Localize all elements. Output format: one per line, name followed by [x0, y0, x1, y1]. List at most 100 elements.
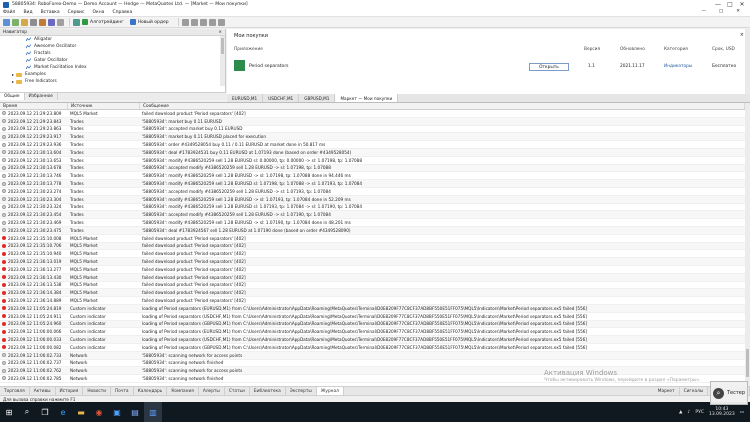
journal-row[interactable]: 2023.09.12 21:29:23.917 Trades '58805934':…: [0, 133, 745, 142]
tab-favorites[interactable]: Избранное: [25, 93, 58, 100]
chart-tab[interactable]: GBPUSD,M1: [299, 94, 336, 102]
data-window-icon[interactable]: [30, 18, 37, 26]
journal-row[interactable]: 2023.09.12 11:06:02.737 Network '58805934'…: [0, 360, 745, 368]
menu-help[interactable]: Справка: [112, 10, 132, 15]
open-button[interactable]: Открыть: [529, 63, 569, 71]
algo-trading-button[interactable]: Алготрейдинг: [82, 19, 124, 25]
journal-row[interactable]: 2023.09.12 11:06:00.066 Custom indicator l…: [0, 328, 745, 337]
chart-tab-market[interactable]: Маркет — Мои покупки: [335, 94, 399, 102]
nav-item[interactable]: Awesome Oscillator: [0, 43, 225, 50]
journal-row[interactable]: 2023.09.12 21:36:14.384 MQL5 Market failed…: [0, 289, 745, 298]
journal-row[interactable]: 2023.09.12 21:36:13.277 MQL5 Market failed…: [0, 266, 745, 274]
nav-item[interactable]: ▸ Free Indicators: [0, 78, 225, 85]
tab-common[interactable]: Общие: [0, 93, 25, 100]
journal-row[interactable]: 2023.09.12 21:30:13.678 Trades '58805934':…: [0, 164, 745, 173]
task-view-icon[interactable]: ❐: [36, 402, 54, 422]
terminal-icon[interactable]: [48, 18, 55, 26]
expand-icon[interactable]: ▸: [12, 72, 14, 77]
network-icon[interactable]: ▲: [679, 410, 682, 415]
close-button[interactable]: ✕: [736, 0, 748, 9]
zoom-in-icon[interactable]: [199, 18, 207, 26]
navigator-icon[interactable]: [39, 18, 46, 26]
menu-tools[interactable]: Сервис: [68, 10, 85, 15]
journal-row[interactable]: 2023.09.12 11:06:02.733 Network '58805934'…: [0, 351, 745, 360]
tester-icon[interactable]: [57, 18, 64, 26]
nav-item[interactable]: Market Facilitation Index: [0, 64, 225, 71]
language-indicator[interactable]: РУС: [695, 410, 704, 415]
journal-row[interactable]: 2023.09.12 21:35:10.706 MQL5 Market failed…: [0, 242, 745, 251]
mdi-close-button[interactable]: ✕: [736, 9, 740, 14]
scroll-thumb[interactable]: [746, 349, 749, 377]
minimize-button[interactable]: —: [712, 0, 724, 9]
journal-row[interactable]: 2023.09.12 21:36:13.430 MQL5 Market failed…: [0, 273, 745, 282]
journal-row[interactable]: 2023.09.12 21:36:13.538 MQL5 Market failed…: [0, 282, 745, 290]
chart-tab[interactable]: USDCHF,M1: [263, 94, 300, 102]
journal-row[interactable]: 2023.09.12 21:30:23.324 Trades '58805934':…: [0, 204, 745, 212]
volume-icon[interactable]: ♪: [687, 410, 690, 415]
journal-row[interactable]: 2023.09.12 21:35:10.940 MQL5 Market failed…: [0, 250, 745, 259]
expand-icon[interactable]: ▸: [12, 79, 14, 84]
maximize-button[interactable]: □: [724, 0, 736, 9]
profiles-icon[interactable]: [12, 18, 19, 26]
buy-icon[interactable]: [181, 18, 189, 26]
product-icon[interactable]: [234, 60, 245, 71]
tile-windows-icon[interactable]: [217, 18, 225, 26]
journal-row[interactable]: 2023.09.12 21:29:23.936 Trades '58805934':…: [0, 141, 745, 149]
journal-row[interactable]: 2023.09.12 21:29:23.863 Trades '58805934':…: [0, 126, 745, 134]
journal-row[interactable]: 2023.09.12 21:35:10.008 MQL5 Market failed…: [0, 235, 745, 243]
journal-row[interactable]: 2023.09.12 21:29:23.843 Trades '58805934':…: [0, 117, 745, 126]
metatrader-taskbar-icon[interactable]: ▥: [144, 402, 162, 422]
journal-scrollbar[interactable]: [745, 103, 750, 387]
journal-row[interactable]: 2023.09.12 21:30:23.475 Trades '58805934':…: [0, 226, 745, 235]
journal-row[interactable]: 2023.09.12 21:30:23.304 Trades '58805934':…: [0, 195, 745, 204]
market-watch-icon[interactable]: [21, 18, 28, 26]
navigator-scrollbar[interactable]: [220, 36, 225, 86]
journal-row[interactable]: 2023.09.12 21:36:13.019 MQL5 Market failed…: [0, 258, 745, 266]
menu-view[interactable]: Вид: [23, 10, 32, 15]
scroll-thumb[interactable]: [221, 38, 224, 54]
col-time[interactable]: Время: [0, 103, 68, 109]
journal-row[interactable]: 2023.09.12 21:29:23.809 MQL5 Market failed…: [0, 110, 745, 118]
tester-chip[interactable]: ⌕ Тестер: [710, 381, 748, 405]
nav-item[interactable]: ▸ Examples: [0, 71, 225, 78]
edge-icon[interactable]: e: [54, 402, 72, 422]
product-name[interactable]: Period separators: [249, 64, 289, 69]
store-icon[interactable]: ▣: [108, 402, 126, 422]
journal-row[interactable]: 2023.09.12 21:30:23.469 Trades '58805934':…: [0, 219, 745, 227]
nav-item[interactable]: Alligator: [0, 36, 225, 43]
nav-item[interactable]: Gator Oscillator: [0, 57, 225, 64]
new-order-button[interactable]: Новый ордер: [129, 19, 169, 25]
product-category-link[interactable]: Индикаторы: [664, 64, 692, 69]
market-close-icon[interactable]: ×: [740, 32, 744, 38]
nav-item[interactable]: Fractals: [0, 50, 225, 57]
journal-row[interactable]: 2023.09.12 21:30:13.604 Trades '58805934':…: [0, 148, 745, 157]
search-icon[interactable]: ⌕: [18, 402, 36, 422]
sell-icon[interactable]: [190, 18, 198, 26]
chart-tab[interactable]: EURUSD,M1: [227, 94, 264, 102]
journal-row[interactable]: 2023.09.12 11:05:24.911 Custom indicator l…: [0, 313, 745, 321]
ide-icon[interactable]: [73, 18, 80, 26]
col-source[interactable]: Источник: [68, 103, 140, 109]
clock[interactable]: 10:43 13.09.2023: [709, 407, 735, 417]
mdi-minimize-button[interactable]: —: [701, 9, 706, 14]
start-icon[interactable]: ⊞: [0, 402, 18, 422]
menu-insert[interactable]: Вставка: [41, 10, 60, 15]
mdi-restore-button[interactable]: □: [719, 9, 723, 14]
journal-row[interactable]: 2023.09.12 11:05:24.819 Custom indicator l…: [0, 304, 745, 313]
new-chart-icon[interactable]: [3, 18, 10, 26]
col-message[interactable]: Сообщение: [140, 103, 745, 109]
journal-row[interactable]: 2023.09.12 21:30:23.454 Trades '58805934':…: [0, 211, 745, 220]
notifications-icon[interactable]: ▭: [740, 410, 744, 415]
zoom-out-icon[interactable]: [208, 18, 216, 26]
journal-row[interactable]: 2023.09.12 21:30:13.778 Trades '58805934':…: [0, 180, 745, 188]
navigator-close-button[interactable]: ×: [218, 30, 222, 35]
journal-row[interactable]: 2023.09.12 21:30:13.746 Trades '58805934':…: [0, 172, 745, 181]
chrome-icon[interactable]: ◉: [90, 402, 108, 422]
explorer-icon[interactable]: ▬: [72, 402, 90, 422]
journal-row[interactable]: 2023.09.12 21:30:13.653 Trades '58805934':…: [0, 157, 745, 165]
menu-windows[interactable]: Окна: [92, 10, 104, 15]
journal-row[interactable]: 2023.09.12 11:06:00.033 Custom indicator l…: [0, 336, 745, 344]
journal-row[interactable]: 2023.09.12 11:06:00.082 Custom indicator l…: [0, 344, 745, 352]
photos-icon[interactable]: ▤: [126, 402, 144, 422]
journal-row[interactable]: 2023.09.12 21:36:14.889 MQL5 Market failed…: [0, 297, 745, 305]
